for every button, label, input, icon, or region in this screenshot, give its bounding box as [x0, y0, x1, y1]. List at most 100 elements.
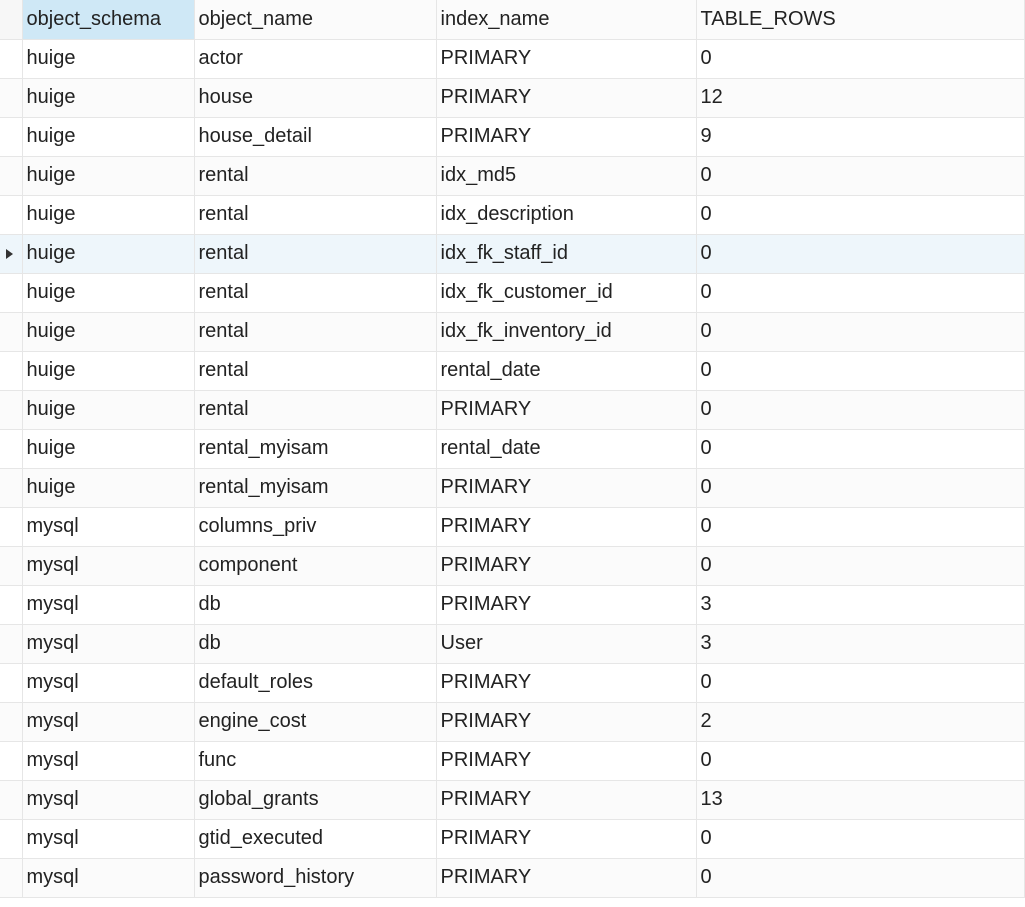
cell-table-rows[interactable]: 9: [696, 117, 1025, 156]
cell-object-schema[interactable]: mysql: [22, 858, 194, 897]
cell-table-rows[interactable]: 0: [696, 858, 1025, 897]
table-row[interactable]: mysqlcolumns_privPRIMARY0: [0, 507, 1025, 546]
cell-index-name[interactable]: PRIMARY: [436, 78, 696, 117]
cell-index-name[interactable]: PRIMARY: [436, 780, 696, 819]
cell-object-schema[interactable]: mysql: [22, 585, 194, 624]
cell-table-rows[interactable]: 12: [696, 78, 1025, 117]
cell-object-name[interactable]: rental: [194, 312, 436, 351]
cell-object-schema[interactable]: mysql: [22, 507, 194, 546]
row-gutter[interactable]: [0, 351, 22, 390]
cell-object-schema[interactable]: huige: [22, 195, 194, 234]
row-gutter[interactable]: [0, 273, 22, 312]
table-row[interactable]: mysqlpassword_historyPRIMARY0: [0, 858, 1025, 897]
cell-table-rows[interactable]: 0: [696, 741, 1025, 780]
table-row[interactable]: mysqlengine_costPRIMARY2: [0, 702, 1025, 741]
column-header-table-rows[interactable]: TABLE_ROWS: [696, 0, 1025, 39]
row-gutter[interactable]: [0, 507, 22, 546]
cell-object-name[interactable]: global_grants: [194, 780, 436, 819]
cell-table-rows[interactable]: 0: [696, 468, 1025, 507]
table-row[interactable]: huigehouse_detailPRIMARY9: [0, 117, 1025, 156]
column-header-object-schema[interactable]: object_schema: [22, 0, 194, 39]
cell-index-name[interactable]: idx_fk_staff_id: [436, 234, 696, 273]
cell-object-name[interactable]: rental: [194, 351, 436, 390]
cell-object-schema[interactable]: huige: [22, 273, 194, 312]
cell-index-name[interactable]: PRIMARY: [436, 858, 696, 897]
table-row[interactable]: mysqlgtid_executedPRIMARY0: [0, 819, 1025, 858]
cell-object-schema[interactable]: huige: [22, 351, 194, 390]
cell-object-name[interactable]: rental: [194, 195, 436, 234]
row-gutter[interactable]: [0, 117, 22, 156]
cell-index-name[interactable]: PRIMARY: [436, 39, 696, 78]
cell-object-name[interactable]: gtid_executed: [194, 819, 436, 858]
cell-table-rows[interactable]: 2: [696, 702, 1025, 741]
cell-table-rows[interactable]: 0: [696, 351, 1025, 390]
cell-table-rows[interactable]: 3: [696, 585, 1025, 624]
table-row[interactable]: mysqlfuncPRIMARY0: [0, 741, 1025, 780]
cell-object-name[interactable]: engine_cost: [194, 702, 436, 741]
table-row[interactable]: huigerentalidx_fk_inventory_id0: [0, 312, 1025, 351]
cell-table-rows[interactable]: 0: [696, 273, 1025, 312]
cell-object-schema[interactable]: mysql: [22, 624, 194, 663]
cell-object-name[interactable]: actor: [194, 39, 436, 78]
column-header-object-name[interactable]: object_name: [194, 0, 436, 39]
cell-index-name[interactable]: PRIMARY: [436, 585, 696, 624]
cell-table-rows[interactable]: 0: [696, 234, 1025, 273]
cell-object-schema[interactable]: huige: [22, 429, 194, 468]
cell-index-name[interactable]: PRIMARY: [436, 468, 696, 507]
cell-table-rows[interactable]: 0: [696, 507, 1025, 546]
cell-table-rows[interactable]: 0: [696, 546, 1025, 585]
table-row[interactable]: huigerentalPRIMARY0: [0, 390, 1025, 429]
cell-object-name[interactable]: db: [194, 624, 436, 663]
cell-index-name[interactable]: PRIMARY: [436, 819, 696, 858]
cell-object-name[interactable]: db: [194, 585, 436, 624]
cell-object-schema[interactable]: mysql: [22, 819, 194, 858]
cell-object-name[interactable]: component: [194, 546, 436, 585]
cell-object-name[interactable]: rental_myisam: [194, 468, 436, 507]
cell-index-name[interactable]: PRIMARY: [436, 117, 696, 156]
cell-object-name[interactable]: columns_priv: [194, 507, 436, 546]
cell-index-name[interactable]: idx_md5: [436, 156, 696, 195]
cell-object-schema[interactable]: huige: [22, 390, 194, 429]
cell-object-schema[interactable]: huige: [22, 117, 194, 156]
cell-table-rows[interactable]: 3: [696, 624, 1025, 663]
row-gutter[interactable]: [0, 858, 22, 897]
column-header-index-name[interactable]: index_name: [436, 0, 696, 39]
cell-table-rows[interactable]: 0: [696, 663, 1025, 702]
cell-object-name[interactable]: house: [194, 78, 436, 117]
row-gutter[interactable]: [0, 234, 22, 273]
cell-index-name[interactable]: PRIMARY: [436, 663, 696, 702]
row-gutter[interactable]: [0, 156, 22, 195]
row-gutter[interactable]: [0, 819, 22, 858]
table-row[interactable]: mysqldbUser3: [0, 624, 1025, 663]
cell-table-rows[interactable]: 0: [696, 312, 1025, 351]
row-gutter[interactable]: [0, 312, 22, 351]
row-gutter[interactable]: [0, 663, 22, 702]
row-gutter[interactable]: [0, 39, 22, 78]
table-row[interactable]: huigerentalidx_fk_staff_id0: [0, 234, 1025, 273]
cell-index-name[interactable]: idx_description: [436, 195, 696, 234]
cell-object-name[interactable]: default_roles: [194, 663, 436, 702]
table-row[interactable]: mysqldbPRIMARY3: [0, 585, 1025, 624]
cell-object-schema[interactable]: huige: [22, 468, 194, 507]
row-gutter[interactable]: [0, 702, 22, 741]
cell-table-rows[interactable]: 0: [696, 390, 1025, 429]
cell-index-name[interactable]: PRIMARY: [436, 702, 696, 741]
table-row[interactable]: huigehousePRIMARY12: [0, 78, 1025, 117]
cell-object-schema[interactable]: mysql: [22, 780, 194, 819]
row-gutter[interactable]: [0, 429, 22, 468]
cell-index-name[interactable]: PRIMARY: [436, 741, 696, 780]
cell-index-name[interactable]: idx_fk_inventory_id: [436, 312, 696, 351]
cell-object-name[interactable]: rental: [194, 234, 436, 273]
cell-object-name[interactable]: house_detail: [194, 117, 436, 156]
cell-object-name[interactable]: rental: [194, 390, 436, 429]
table-row[interactable]: huigerentalidx_md50: [0, 156, 1025, 195]
cell-object-name[interactable]: rental: [194, 156, 436, 195]
row-gutter[interactable]: [0, 585, 22, 624]
cell-object-name[interactable]: func: [194, 741, 436, 780]
cell-table-rows[interactable]: 0: [696, 819, 1025, 858]
cell-index-name[interactable]: User: [436, 624, 696, 663]
row-gutter[interactable]: [0, 546, 22, 585]
cell-table-rows[interactable]: 0: [696, 39, 1025, 78]
row-gutter[interactable]: [0, 195, 22, 234]
cell-index-name[interactable]: PRIMARY: [436, 507, 696, 546]
